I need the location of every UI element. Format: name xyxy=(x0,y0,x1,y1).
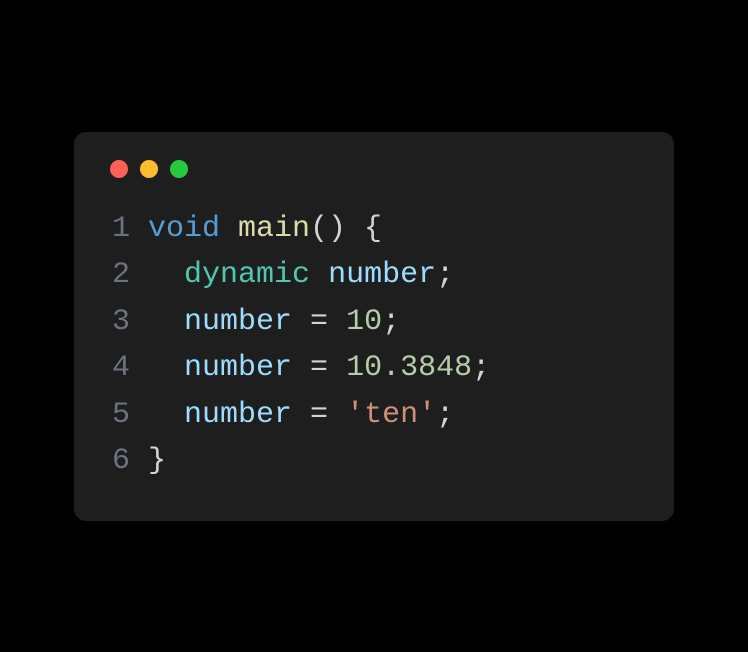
token-plain xyxy=(148,305,184,339)
token-plain xyxy=(220,212,238,246)
token-plain: () { xyxy=(310,212,382,246)
token-plain xyxy=(148,398,184,432)
token-plain: = xyxy=(292,305,346,339)
code-block: 1void main() {2 dynamic number;3 number … xyxy=(106,206,642,485)
line-content: number = 'ten'; xyxy=(148,392,642,439)
token-str: 'ten' xyxy=(346,398,436,432)
token-plain xyxy=(148,351,184,385)
token-plain: = xyxy=(292,398,346,432)
line-number: 2 xyxy=(106,252,148,299)
line-content: void main() { xyxy=(148,206,642,253)
line-number: 5 xyxy=(106,392,148,439)
token-plain: ; xyxy=(382,305,400,339)
code-line: 6} xyxy=(106,438,642,485)
token-kw-void: void xyxy=(148,212,220,246)
minimize-icon[interactable] xyxy=(140,160,158,178)
token-plain: ; xyxy=(472,351,490,385)
token-ident: number xyxy=(184,351,292,385)
token-plain xyxy=(310,258,328,292)
token-plain: } xyxy=(148,444,166,478)
line-number: 1 xyxy=(106,206,148,253)
token-kw-dyn: dynamic xyxy=(184,258,310,292)
code-line: 5 number = 'ten'; xyxy=(106,392,642,439)
code-line: 3 number = 10; xyxy=(106,299,642,346)
close-icon[interactable] xyxy=(110,160,128,178)
code-line: 2 dynamic number; xyxy=(106,252,642,299)
token-fn: main xyxy=(238,212,310,246)
token-plain: ; xyxy=(436,398,454,432)
token-plain: = xyxy=(292,351,346,385)
token-ident: number xyxy=(184,305,292,339)
line-number: 6 xyxy=(106,438,148,485)
editor-window: 1void main() {2 dynamic number;3 number … xyxy=(74,132,674,521)
token-ident: number xyxy=(328,258,436,292)
token-plain: ; xyxy=(436,258,454,292)
line-content: number = 10; xyxy=(148,299,642,346)
line-content: } xyxy=(148,438,642,485)
line-number: 4 xyxy=(106,345,148,392)
line-number: 3 xyxy=(106,299,148,346)
line-content: number = 10.3848; xyxy=(148,345,642,392)
token-num: 10 xyxy=(346,305,382,339)
line-content: dynamic number; xyxy=(148,252,642,299)
token-num: 10.3848 xyxy=(346,351,472,385)
maximize-icon[interactable] xyxy=(170,160,188,178)
token-plain xyxy=(148,258,184,292)
token-ident: number xyxy=(184,398,292,432)
window-controls xyxy=(106,160,642,178)
code-line: 1void main() { xyxy=(106,206,642,253)
code-line: 4 number = 10.3848; xyxy=(106,345,642,392)
